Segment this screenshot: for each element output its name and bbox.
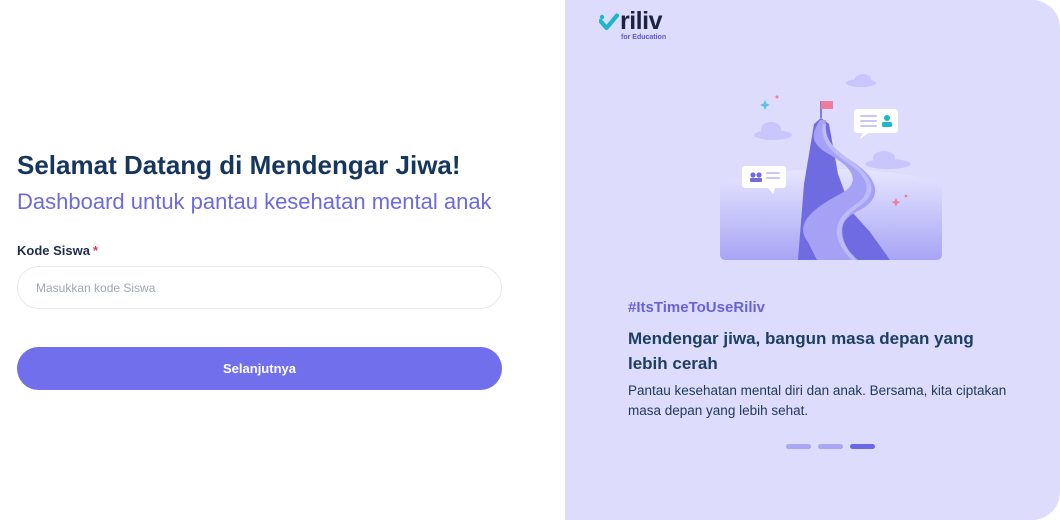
next-button[interactable]: Selanjutnya [17, 347, 502, 390]
carousel-dot-3[interactable] [850, 444, 875, 449]
login-page: Selamat Datang di Mendengar Jiwa! Dashbo… [0, 0, 1060, 520]
carousel-indicators [786, 444, 875, 450]
check-logo-icon [599, 13, 619, 31]
promo-description: Pantau kesehatan mental diri dan anak. B… [628, 383, 1007, 418]
carousel-dot-1[interactable] [786, 444, 811, 449]
student-code-label: Kode Siswa * [17, 243, 98, 258]
promo-panel: riliv for Education #ItsTimeToUseRiliv M… [565, 0, 1060, 520]
login-panel: Selamat Datang di Mendengar Jiwa! Dashbo… [0, 0, 565, 520]
carousel-dot-2[interactable] [818, 444, 843, 449]
winding-road-illustration [720, 74, 942, 260]
brand-tagline: for Education [621, 34, 667, 41]
student-code-label-text: Kode Siswa [17, 243, 90, 258]
brand-logo: riliv for Education [599, 8, 709, 44]
required-mark: * [92, 243, 99, 258]
student-code-input[interactable] [17, 266, 502, 309]
promo-hashtag: #ItsTimeToUseRiliv [628, 299, 765, 316]
promo-headline: Mendengar jiwa, bangun masa depan yang l… [628, 329, 974, 373]
page-title: Selamat Datang di Mendengar Jiwa! [17, 150, 461, 180]
page-subtitle: Dashboard untuk pantau kesehatan mental … [17, 189, 492, 214]
brand-name: riliv [620, 7, 662, 35]
